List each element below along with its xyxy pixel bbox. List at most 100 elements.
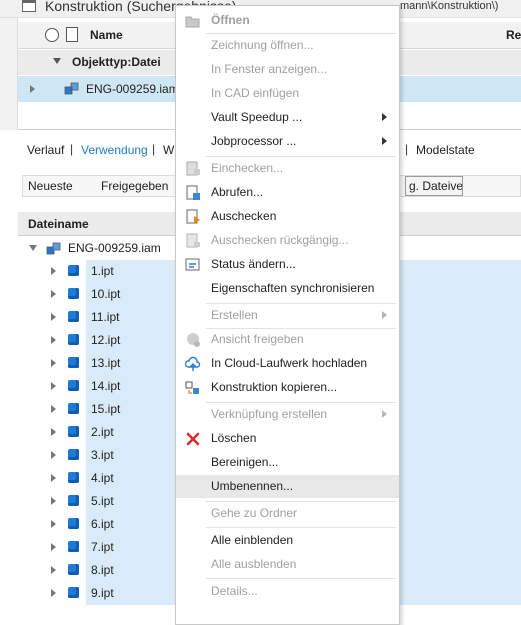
chevron-right-icon[interactable]: [51, 336, 56, 344]
menu-item-alle-ausblenden[interactable]: Alle ausblenden: [176, 553, 399, 576]
chevron-right-icon[interactable]: [51, 428, 56, 436]
menu-item-in-fenster-anzeigen[interactable]: In Fenster anzeigen...: [176, 58, 399, 81]
chevron-right-icon[interactable]: [51, 405, 56, 413]
tab-separator: |: [405, 142, 409, 156]
context-menu: Öffnen Zeichnung öffnen... In Fenster an…: [175, 5, 400, 625]
menu-item-umbenennen[interactable]: Umbenennen...: [176, 475, 399, 498]
part-icon: [68, 288, 79, 299]
menu-item-in-cad-einfuegen[interactable]: In CAD einfügen: [176, 82, 399, 105]
assembly-icon: [64, 82, 79, 95]
part-icon: [68, 449, 79, 460]
part-name: 2.ipt: [91, 425, 114, 439]
chevron-down-icon[interactable]: [53, 58, 61, 64]
menu-item-abrufen[interactable]: Abrufen...: [176, 181, 399, 204]
tab-separator: |: [152, 142, 156, 156]
chevron-right-icon[interactable]: [51, 543, 56, 551]
column-re[interactable]: Re: [506, 28, 521, 42]
part-icon: [68, 518, 79, 529]
part-name: 7.ipt: [91, 540, 114, 554]
menu-item-cloud-hochladen[interactable]: In Cloud-Laufwerk hochladen: [176, 352, 399, 375]
menu-item-zeichnung-oeffnen[interactable]: Zeichnung öffnen...: [176, 34, 399, 57]
cloud-upload-icon: [185, 356, 201, 371]
part-icon: [68, 426, 79, 437]
chevron-right-icon[interactable]: [51, 382, 56, 390]
menu-item-alle-einblenden[interactable]: Alle einblenden: [176, 529, 399, 552]
group-label: Objekttyp:Datei: [72, 55, 161, 69]
menu-item-details[interactable]: Details...: [176, 580, 399, 603]
chevron-right-icon[interactable]: [51, 474, 56, 482]
part-icon: [68, 495, 79, 506]
tab-separator: |: [70, 142, 74, 156]
open-folder-icon: [185, 16, 200, 28]
menu-item-eigenschaften-synchronisieren[interactable]: Eigenschaften synchronisieren: [176, 277, 399, 300]
menu-item-konstruktion-kopieren[interactable]: Konstruktion kopieren...: [176, 376, 399, 399]
chevron-down-icon[interactable]: [29, 245, 37, 251]
submenu-arrow-icon: [382, 311, 387, 319]
part-name: 6.ipt: [91, 517, 114, 531]
part-icon: [68, 265, 79, 276]
chevron-right-icon[interactable]: [51, 520, 56, 528]
chevron-right-icon[interactable]: [51, 359, 56, 367]
chevron-right-icon[interactable]: [51, 451, 56, 459]
tab-modelstate[interactable]: Modelstate: [416, 143, 475, 157]
menu-item-auschecken-rueckgaengig[interactable]: Auschecken rückgängig...: [176, 229, 399, 252]
tab-w[interactable]: W: [163, 143, 174, 157]
part-icon: [68, 472, 79, 483]
document-column-icon[interactable]: [66, 27, 78, 42]
menu-item-jobprocessor[interactable]: Jobprocessor ...: [176, 130, 399, 153]
part-icon: [68, 587, 79, 598]
part-name: 5.ipt: [91, 494, 114, 508]
menu-item-gehe-zu-ordner[interactable]: Gehe zu Ordner: [176, 502, 399, 525]
left-strip: [0, 18, 18, 130]
copy-design-icon: [185, 381, 199, 394]
menu-item-erstellen[interactable]: Erstellen: [176, 304, 399, 327]
checkout-icon: [186, 209, 200, 224]
part-name: 13.ipt: [91, 356, 121, 370]
part-name: 3.ipt: [91, 448, 114, 462]
part-icon: [68, 564, 79, 575]
tab-verwendung[interactable]: Verwendung: [81, 143, 148, 157]
file-version-button[interactable]: g. Dateivers.: [405, 176, 463, 196]
menu-item-auschecken[interactable]: Auschecken: [176, 205, 399, 228]
part-icon: [68, 403, 79, 414]
checkin-icon: [186, 161, 200, 176]
part-name: 1.ipt: [91, 264, 114, 278]
part-name: 10.ipt: [91, 287, 121, 301]
part-name: 14.ipt: [91, 379, 121, 393]
part-name: 9.ipt: [91, 586, 114, 600]
delete-icon: [186, 432, 200, 446]
folder-icon: [22, 0, 36, 12]
menu-item-oeffnen[interactable]: Öffnen: [176, 9, 399, 32]
chevron-right-icon[interactable]: [51, 589, 56, 597]
menu-separator: [206, 578, 396, 579]
assembly-icon: [46, 242, 61, 255]
filter-neueste[interactable]: Neueste: [28, 179, 73, 193]
menu-item-vault-speedup[interactable]: Vault Speedup ...: [176, 106, 399, 129]
menu-separator: [206, 527, 396, 528]
menu-item-ansicht-freigeben[interactable]: Ansicht freigeben: [176, 328, 399, 351]
menu-item-verknuepfung-erstellen[interactable]: Verknüpfung erstellen: [176, 403, 399, 426]
chevron-right-icon[interactable]: [51, 497, 56, 505]
part-name: 4.ipt: [91, 471, 114, 485]
chevron-right-icon[interactable]: [51, 267, 56, 275]
chevron-right-icon[interactable]: [51, 566, 56, 574]
tree-root-label: ENG-009259.iam: [68, 241, 161, 255]
part-name: 12.ipt: [91, 333, 121, 347]
menu-item-bereinigen[interactable]: Bereinigen...: [176, 451, 399, 474]
column-name[interactable]: Name: [90, 28, 123, 42]
row-name: ENG-009259.iam: [86, 82, 179, 96]
row-indicator-icon: [30, 85, 35, 93]
menu-item-status-aendern[interactable]: Status ändern...: [176, 253, 399, 276]
column-dateiname[interactable]: Dateiname: [28, 217, 89, 231]
share-view-icon: [187, 333, 200, 347]
tab-verlauf[interactable]: Verlauf: [27, 143, 64, 157]
get-icon: [186, 185, 200, 200]
menu-item-einchecken[interactable]: Einchecken...: [176, 157, 399, 180]
menu-item-loeschen[interactable]: Löschen: [176, 427, 399, 450]
radio-column-icon[interactable]: [45, 28, 59, 42]
chevron-right-icon[interactable]: [51, 313, 56, 321]
submenu-arrow-icon: [382, 113, 387, 121]
filter-freigegeben[interactable]: Freigegeben: [101, 179, 168, 193]
chevron-right-icon[interactable]: [51, 290, 56, 298]
submenu-arrow-icon: [382, 137, 387, 145]
